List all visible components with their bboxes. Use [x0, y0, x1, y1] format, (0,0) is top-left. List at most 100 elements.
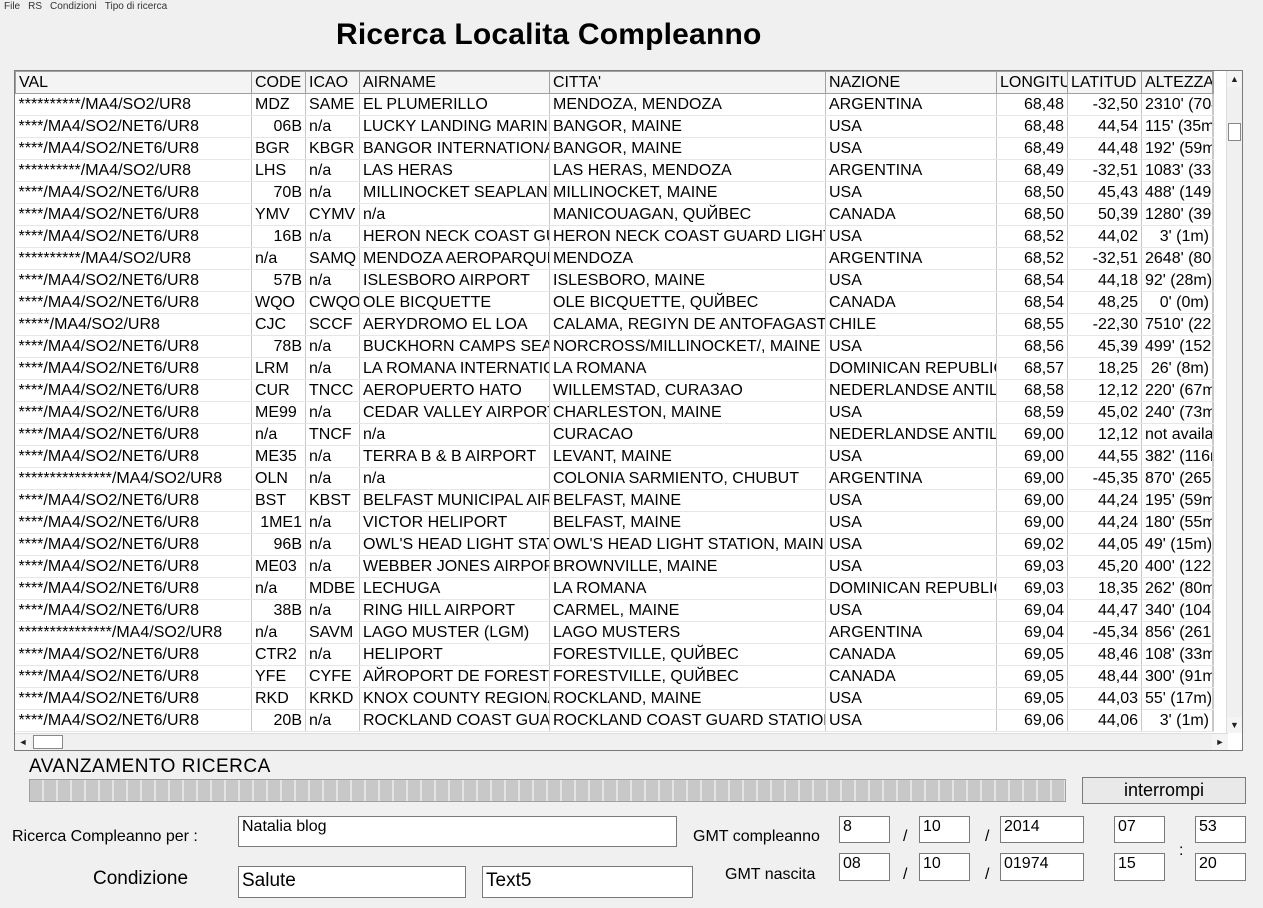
table-cell: USA [825, 533, 997, 556]
table-row[interactable]: ****/MA4/SO2/NET6/UR8 YFE CYFE AЙROPORT DE … [15, 665, 1214, 688]
scroll-up-icon[interactable]: ▲ [1227, 71, 1242, 87]
table-cell: 50,39 [1067, 203, 1142, 226]
table-cell: 115' (35m) [1141, 115, 1213, 138]
condition-text5-field[interactable]: Text5 [482, 866, 693, 898]
table-cell: n [1212, 247, 1214, 270]
table-row[interactable]: ****/MA4/SO2/NET6/UR8 WQO CWQO OLE BICQUETT… [15, 291, 1214, 314]
table-cell: BELFAST, MAINE [549, 489, 826, 512]
vertical-scroll-thumb[interactable] [1228, 123, 1241, 141]
table-cell: KBST [305, 489, 360, 512]
scroll-down-icon[interactable]: ▼ [1227, 717, 1242, 733]
table-row[interactable]: ****/MA4/SO2/NET6/UR8 ME03 n/a WEBBER JONES… [15, 555, 1214, 578]
gmt-birthday-hour-field[interactable]: 07 [1114, 816, 1165, 843]
gmt-birthday-minute-field[interactable]: 53 [1195, 816, 1246, 843]
gmt-birthday-day-field[interactable]: 8 [839, 816, 890, 843]
table-cell: 108' (33m) [1141, 643, 1213, 666]
column-header[interactable]: CITTA' [549, 71, 826, 94]
table-row[interactable]: ****/MA4/SO2/NET6/UR8 n/a MDBE LECHUGA LA RO… [15, 577, 1214, 600]
table-cell: 2648' (807m) [1141, 247, 1213, 270]
table-row[interactable]: ****/MA4/SO2/NET6/UR8 ME99 n/a CEDAR VALLEY… [15, 401, 1214, 424]
table-cell: 1280' (390m) [1141, 203, 1213, 226]
column-header[interactable]: ICAO [305, 71, 360, 94]
column-header[interactable]: LONGITU [996, 71, 1068, 94]
table-row[interactable]: ****/MA4/SO2/NET6/UR8 38B n/a RING HILL AIR… [15, 599, 1214, 622]
table-cell: 20B [251, 709, 306, 732]
horizontal-scroll-thumb[interactable] [33, 735, 63, 749]
table-cell: n/a [305, 181, 360, 204]
table-row[interactable]: ****/MA4/SO2/NET6/UR8 CTR2 n/a HELIPORT FORE… [15, 643, 1214, 666]
interrompi-button[interactable]: interrompi [1082, 777, 1246, 804]
table-row[interactable]: ****/MA4/SO2/NET6/UR8 1ME1 n/a VICTOR HELIP… [15, 511, 1214, 534]
table-cell: 1083' (330m) [1141, 159, 1213, 182]
table-cell: ****/MA4/SO2/NET6/UR8 [15, 445, 252, 468]
table-cell: ROCKLAND, MAINE [549, 687, 826, 710]
horizontal-scrollbar[interactable]: ◄ ► [15, 733, 1228, 750]
column-header[interactable]: AIRNAME [359, 71, 550, 94]
menu-condizioni[interactable]: Condizioni [46, 0, 101, 14]
table-row[interactable]: ****/MA4/SO2/NET6/UR8 RKD KRKD KNOX COUNTY … [15, 687, 1214, 710]
gmt-birth-day-field[interactable]: 08 [839, 853, 890, 881]
table-row[interactable]: **********/MA4/SO2/UR8 MDZ SAME EL PLUMERIL… [15, 93, 1214, 116]
table-cell: RING HILL AIRPORT [359, 599, 550, 622]
table-row[interactable]: ****/MA4/SO2/NET6/UR8 YMV CYMV n/a MANICOUAG… [15, 203, 1214, 226]
table-cell: BUCKHORN CAMPS SEAPLANE [359, 335, 550, 358]
gmt-birth-year-field[interactable]: 01974 [1000, 853, 1084, 881]
column-header[interactable]: ALTEZZA [1141, 71, 1213, 94]
table-cell: TERRA B & B AIRPORT [359, 445, 550, 468]
gmt-birth-month-field[interactable]: 10 [919, 853, 970, 881]
table-cell: CHARLESTON, MAINE [549, 401, 826, 424]
table-cell: n/a [305, 357, 360, 380]
results-table: VAL CODE ICAO AIRNAME CITTA' NAZIONE LONGITU LA… [15, 71, 1214, 732]
menu-rs[interactable]: RS [24, 0, 46, 14]
table-cell: 00 [1212, 357, 1214, 380]
table-row[interactable]: ****/MA4/SO2/NET6/UR8 20B n/a ROCKLAND COAS… [15, 709, 1214, 732]
table-cell: 01 [1212, 93, 1214, 116]
search-for-field[interactable]: Natalia blog [238, 816, 677, 847]
table-cell: 44,02 [1067, 225, 1142, 248]
table-row[interactable]: ****/MA4/SO2/NET6/UR8 16B n/a HERON NECK CO… [15, 225, 1214, 248]
column-header[interactable]: CODE [251, 71, 306, 94]
scroll-right-icon[interactable]: ► [1212, 734, 1228, 750]
table-row[interactable]: ****/MA4/SO2/NET6/UR8 96B n/a OWL'S HEAD LI… [15, 533, 1214, 556]
table-row[interactable]: **********/MA4/SO2/UR8 LHS n/a LAS HERAS LAS… [15, 159, 1214, 182]
table-cell: n/a [251, 423, 306, 446]
table-row[interactable]: ****/MA4/SO2/NET6/UR8 n/a TNCF n/a CURACAO NE… [15, 423, 1214, 446]
gmt-birthday-year-field[interactable]: 2014 [1000, 816, 1084, 843]
table-row[interactable]: ***************/MA4/SO2/UR8 OLN n/a n/a COLO… [15, 467, 1214, 490]
menu-tipo-di-ricerca[interactable]: Tipo di ricerca [101, 0, 171, 14]
table-cell: USA [825, 489, 997, 512]
column-header[interactable]: L [1212, 71, 1214, 94]
table-row[interactable]: **********/MA4/SO2/UR8 n/a SAMQ MENDOZA AER… [15, 247, 1214, 270]
table-cell: ****/MA4/SO2/NET6/UR8 [15, 643, 252, 666]
column-header[interactable]: VAL [15, 71, 252, 94]
gmt-birth-hour-field[interactable]: 15 [1114, 853, 1165, 881]
table-cell: BANGOR, MAINE [549, 137, 826, 160]
table-row[interactable]: ****/MA4/SO2/NET6/UR8 BGR KBGR BANGOR INTER… [15, 137, 1214, 160]
table-row[interactable]: ****/MA4/SO2/NET6/UR8 BST KBST BELFAST MUNI… [15, 489, 1214, 512]
gmt-birthday-month-field[interactable]: 10 [919, 816, 970, 843]
menu-file[interactable]: File [0, 0, 24, 14]
table-cell: CUR [251, 379, 306, 402]
table-cell: 68,59 [996, 401, 1068, 424]
table-row[interactable]: ****/MA4/SO2/NET6/UR8 57B n/a ISLESBORO AIR… [15, 269, 1214, 292]
table-cell: 68,55 [996, 313, 1068, 336]
table-row[interactable]: ****/MA4/SO2/NET6/UR8 70B n/a MILLINOCKET S… [15, 181, 1214, 204]
scroll-left-icon[interactable]: ◄ [15, 734, 31, 750]
table-row[interactable]: ****/MA4/SO2/NET6/UR8 06B n/a LUCKY LANDING… [15, 115, 1214, 138]
table-row[interactable]: ***************/MA4/SO2/UR8 n/a SAVM LAGO M… [15, 621, 1214, 644]
condition-field[interactable]: Salute [238, 866, 466, 898]
table-row[interactable]: ****/MA4/SO2/NET6/UR8 78B n/a BUCKHORN CAMP… [15, 335, 1214, 358]
table-cell: 38 [1212, 313, 1214, 336]
table-cell: ***************/MA4/SO2/UR8 [15, 467, 252, 490]
gmt-birth-minute-field[interactable]: 20 [1195, 853, 1246, 881]
table-cell: SCCF [305, 313, 360, 336]
results-grid[interactable]: VAL CODE ICAO AIRNAME CITTA' NAZIONE LONGITU LA… [14, 70, 1243, 751]
vertical-scrollbar[interactable]: ▲ ▼ [1226, 71, 1242, 733]
table-cell: ****/MA4/SO2/NET6/UR8 [15, 181, 252, 204]
table-row[interactable]: *****/MA4/SO2/UR8 CJC SCCF AERYDROMO EL LOA… [15, 313, 1214, 336]
table-row[interactable]: ****/MA4/SO2/NET6/UR8 CUR TNCC AEROPUERTO H… [15, 379, 1214, 402]
table-row[interactable]: ****/MA4/SO2/NET6/UR8 ME35 n/a TERRA B & B … [15, 445, 1214, 468]
column-header[interactable]: NAZIONE [825, 71, 997, 94]
table-row[interactable]: ****/MA4/SO2/NET6/UR8 LRM n/a LA ROMANA INT… [15, 357, 1214, 380]
column-header[interactable]: LATITUD [1067, 71, 1142, 94]
